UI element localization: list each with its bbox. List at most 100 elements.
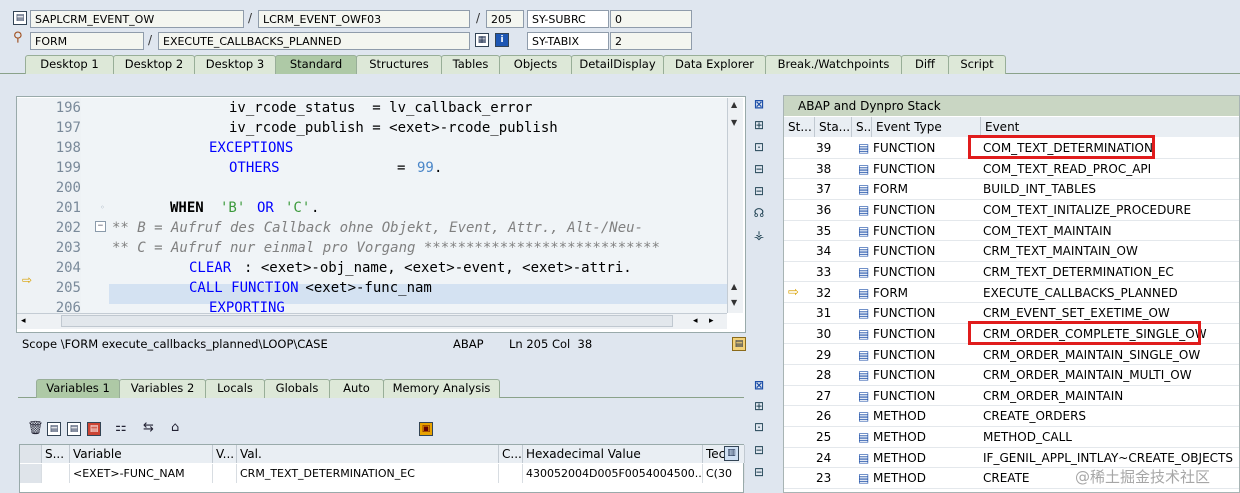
stack-row[interactable]: 26 ▤ METHOD CREATE_ORDERS: [784, 406, 1239, 428]
stack-row[interactable]: 29 ▤ FUNCTION CRM_ORDER_MAINTAIN_SINGLE_OW: [784, 345, 1239, 366]
tab-structures[interactable]: Structures: [356, 55, 442, 74]
code-vertical-scrollbar[interactable]: ▲ ▼ ▲ ▼: [727, 98, 743, 313]
insert-icon[interactable]: ▤: [47, 422, 61, 436]
split-vertical-icon[interactable]: ⊟: [751, 443, 767, 459]
sysvar-name-1[interactable]: SY-SUBRC: [527, 10, 609, 28]
row-selector[interactable]: [20, 464, 42, 483]
event-name[interactable]: COM_TEXT_MAINTAIN: [983, 221, 1112, 241]
event-name[interactable]: IF_GENIL_APPL_INTLAY~CREATE_OBJECTS: [983, 448, 1233, 468]
column-header[interactable]: Sta...: [815, 117, 852, 137]
event-name[interactable]: COM_TEXT_INITALIZE_PROCEDURE: [983, 200, 1191, 220]
stack-row[interactable]: 35 ▤ FUNCTION COM_TEXT_MAINTAIN: [784, 221, 1239, 242]
program-field[interactable]: SAPLCRM_EVENT_OW: [30, 10, 244, 28]
info-icon[interactable]: i: [495, 33, 509, 47]
close-icon[interactable]: ⊠: [751, 97, 767, 113]
tab-tables[interactable]: Tables: [441, 55, 500, 74]
value-cell[interactable]: CRM_TEXT_DETERMINATION_EC: [237, 464, 499, 483]
copy-icon[interactable]: ▤: [67, 422, 81, 436]
sysvar-value-1[interactable]: 0: [610, 10, 692, 28]
tab-objects[interactable]: Objects: [499, 55, 572, 74]
grid-column-header[interactable]: Hexadecimal Value: [523, 445, 703, 463]
tab-breakpoints[interactable]: Break./Watchpoints: [765, 55, 902, 74]
code-editor[interactable]: 196 iv_rcode_status = lv_callback_error …: [17, 98, 727, 313]
tab-desktop-2[interactable]: Desktop 2: [113, 55, 195, 74]
collapse-icon[interactable]: −: [95, 221, 106, 232]
scroll-up-icon[interactable]: ▲: [731, 100, 737, 109]
event-name[interactable]: BUILD_INT_TABLES: [983, 179, 1096, 199]
scroll-down-icon[interactable]: ▼: [731, 298, 737, 307]
event-name[interactable]: CRM_TEXT_MAINTAIN_OW: [983, 241, 1138, 261]
event-name[interactable]: COM_TEXT_READ_PROC_API: [983, 159, 1151, 179]
event-name[interactable]: CREATE_ORDERS: [983, 406, 1086, 426]
row-selector-header[interactable]: [20, 445, 42, 463]
grid-column-header[interactable]: S...: [42, 445, 70, 463]
column-header[interactable]: St...: [784, 117, 815, 137]
stack-row[interactable]: 25 ▤ METHOD METHOD_CALL: [784, 427, 1239, 448]
stack-row[interactable]: 33 ▤ FUNCTION CRM_TEXT_DETERMINATION_EC: [784, 262, 1239, 283]
tab-variables-1[interactable]: Variables 1: [36, 379, 120, 398]
event-name[interactable]: CREATE: [983, 468, 1030, 488]
split-horizontal-icon[interactable]: ⊟: [751, 465, 767, 481]
grid-column-header[interactable]: C...: [499, 445, 523, 463]
tab-desktop-3[interactable]: Desktop 3: [194, 55, 276, 74]
scroll-left-icon[interactable]: ◂: [21, 316, 26, 326]
tab-data-explorer[interactable]: Data Explorer: [663, 55, 766, 74]
tree-icon[interactable]: ⚶: [751, 228, 767, 244]
code-horizontal-scrollbar[interactable]: ◂ ◂ ▸: [17, 313, 727, 329]
event-name[interactable]: CRM_ORDER_MAINTAIN: [983, 386, 1123, 406]
save-variables-icon[interactable]: ▤: [87, 422, 101, 436]
tab-auto[interactable]: Auto: [329, 379, 384, 398]
tag-icon[interactable]: ⌂: [171, 420, 179, 435]
name-field[interactable]: EXECUTE_CALLBACKS_PLANNED: [158, 32, 470, 50]
event-name[interactable]: METHOD_CALL: [983, 427, 1072, 447]
include-field[interactable]: LCRM_EVENT_OWF03: [258, 10, 470, 28]
tab-desktop-1[interactable]: Desktop 1: [25, 55, 114, 74]
line-field[interactable]: 205: [486, 10, 524, 28]
scroll-down-icon[interactable]: ▼: [731, 118, 737, 127]
navigate-icon[interactable]: ⇆: [143, 420, 154, 435]
stack-row[interactable]: 34 ▤ FUNCTION CRM_TEXT_MAINTAIN_OW: [784, 241, 1239, 262]
scroll-thumb[interactable]: [61, 315, 673, 327]
stack-row[interactable]: ⇨ 32 ▤ FORM EXECUTE_CALLBACKS_PLANNED: [784, 283, 1239, 304]
column-settings-icon[interactable]: ▥: [724, 446, 739, 461]
tab-standard[interactable]: Standard: [275, 55, 357, 74]
stack-row[interactable]: 37 ▤ FORM BUILD_INT_TABLES: [784, 179, 1239, 200]
column-header[interactable]: S...: [852, 117, 872, 137]
maximize-icon[interactable]: ⊡: [751, 140, 767, 156]
event-name[interactable]: CRM_TEXT_DETERMINATION_EC: [983, 262, 1174, 282]
tab-diff[interactable]: Diff: [901, 55, 949, 74]
layout-icon[interactable]: ⊞: [751, 399, 767, 415]
grid-column-header[interactable]: Variable: [70, 445, 213, 463]
stack-row[interactable]: 38 ▤ FUNCTION COM_TEXT_READ_PROC_API: [784, 159, 1239, 180]
close-icon[interactable]: ⊠: [751, 378, 767, 394]
type-field[interactable]: FORM: [30, 32, 144, 50]
grid-column-header[interactable]: V...: [213, 445, 237, 463]
grid-icon[interactable]: ▦: [475, 33, 489, 47]
grid-column-header[interactable]: Val.: [237, 445, 499, 463]
stack-row[interactable]: 27 ▤ FUNCTION CRM_ORDER_MAINTAIN: [784, 386, 1239, 407]
hex-cell[interactable]: 430052004D005F0054004500...: [523, 464, 703, 483]
scroll-left-icon[interactable]: ◂: [693, 316, 698, 326]
note-icon[interactable]: ▤: [732, 337, 746, 351]
scroll-up-icon[interactable]: ▲: [731, 282, 737, 291]
layout-icon[interactable]: ⊞: [751, 118, 767, 134]
headset-icon[interactable]: ☊: [751, 206, 767, 222]
maximize-icon[interactable]: ⊡: [751, 420, 767, 436]
tab-memory-analysis[interactable]: Memory Analysis: [383, 379, 500, 398]
fold-marker[interactable]: ◦: [100, 203, 105, 212]
scroll-right-icon[interactable]: ▸: [709, 316, 714, 326]
tab-variables-2[interactable]: Variables 2: [119, 379, 206, 398]
split-vertical-icon[interactable]: ⊟: [751, 162, 767, 178]
column-header[interactable]: Event: [981, 117, 1239, 137]
split-horizontal-icon[interactable]: ⊟: [751, 184, 767, 200]
structure-icon[interactable]: ⚏: [115, 420, 127, 435]
stack-row[interactable]: 28 ▤ FUNCTION CRM_ORDER_MAINTAIN_MULTI_OW: [784, 365, 1239, 386]
tab-globals[interactable]: Globals: [264, 379, 330, 398]
stack-row[interactable]: 36 ▤ FUNCTION COM_TEXT_INITALIZE_PROCEDURE: [784, 200, 1239, 221]
tab-detaildisplay[interactable]: DetailDisplay: [571, 55, 664, 74]
sysvar-name-2[interactable]: SY-TABIX: [527, 32, 609, 50]
delete-icon[interactable]: 🗑: [27, 421, 44, 436]
disk-icon[interactable]: ▣: [419, 422, 433, 436]
column-header[interactable]: Event Type: [872, 117, 981, 137]
tab-script[interactable]: Script: [948, 55, 1006, 74]
